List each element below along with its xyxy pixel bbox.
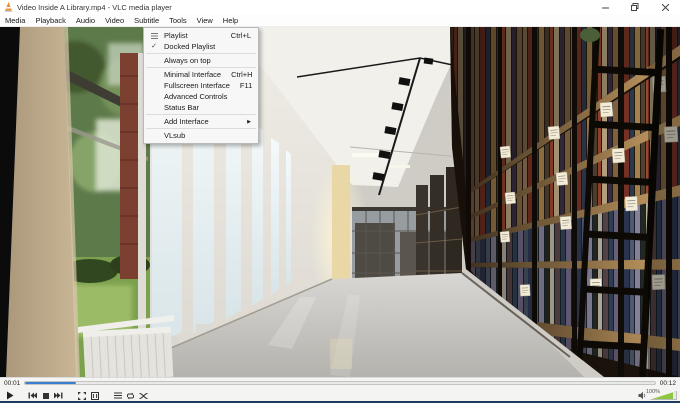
stop-button[interactable] bbox=[39, 389, 52, 402]
video-display[interactable]: Playlist Ctrl+L ✓ Docked Playlist Always… bbox=[0, 27, 680, 377]
minimize-button[interactable] bbox=[590, 0, 620, 14]
menu-playback[interactable]: Playback bbox=[30, 14, 70, 26]
seek-slider[interactable] bbox=[24, 381, 655, 385]
loop-icon bbox=[126, 392, 135, 400]
window-title: Video Inside A Library.mp4 - VLC media p… bbox=[17, 3, 172, 12]
extended-settings-button[interactable] bbox=[88, 389, 101, 402]
menu-audio[interactable]: Audio bbox=[71, 14, 100, 26]
menu-item-vlsub[interactable]: VLsub bbox=[144, 130, 258, 141]
menu-separator bbox=[146, 53, 256, 54]
fullscreen-icon bbox=[78, 392, 86, 400]
menu-item-minimal-interface[interactable]: Minimal Interface Ctrl+H bbox=[144, 69, 258, 80]
next-button[interactable] bbox=[52, 389, 65, 402]
close-icon bbox=[662, 4, 669, 11]
extended-settings-icon bbox=[91, 392, 99, 400]
fullscreen-button[interactable] bbox=[75, 389, 88, 402]
menu-item-always-on-top[interactable]: Always on top bbox=[144, 55, 258, 66]
menu-tools[interactable]: Tools bbox=[164, 14, 192, 26]
menu-item-advanced-controls[interactable]: Advanced Controls bbox=[144, 91, 258, 102]
menu-bar: Media Playback Audio Video Subtitle Tool… bbox=[0, 14, 680, 27]
loop-button[interactable] bbox=[124, 389, 137, 402]
playlist-icon bbox=[148, 30, 160, 41]
submenu-arrow-icon: ▶ bbox=[247, 119, 251, 125]
controls-toolbar: 100% bbox=[0, 388, 680, 403]
menu-item-status-bar[interactable]: Status Bar bbox=[144, 102, 258, 113]
play-icon bbox=[6, 391, 14, 400]
minimize-icon bbox=[602, 4, 609, 11]
next-icon bbox=[54, 392, 63, 399]
menu-help[interactable]: Help bbox=[218, 14, 243, 26]
previous-icon bbox=[28, 392, 37, 399]
menu-view[interactable]: View bbox=[192, 14, 218, 26]
seek-progress bbox=[25, 382, 75, 384]
total-time: 00:12 bbox=[660, 380, 676, 387]
menu-separator bbox=[146, 114, 256, 115]
menu-item-fullscreen-interface[interactable]: Fullscreen Interface F11 bbox=[144, 80, 258, 91]
menu-separator bbox=[146, 128, 256, 129]
view-menu-dropdown: Playlist Ctrl+L ✓ Docked Playlist Always… bbox=[143, 27, 259, 144]
seek-row: 00:01 00:12 bbox=[0, 377, 680, 388]
menu-video[interactable]: Video bbox=[100, 14, 129, 26]
menu-item-docked-playlist[interactable]: ✓ Docked Playlist bbox=[144, 41, 258, 52]
stop-icon bbox=[43, 393, 49, 399]
restore-icon bbox=[631, 3, 639, 11]
vlc-cone-icon bbox=[4, 2, 13, 12]
playlist-icon bbox=[114, 392, 122, 399]
volume-control[interactable]: 100% bbox=[638, 391, 677, 400]
menu-separator bbox=[146, 67, 256, 68]
check-icon: ✓ bbox=[148, 41, 160, 52]
menu-media[interactable]: Media bbox=[0, 14, 30, 26]
previous-button[interactable] bbox=[26, 389, 39, 402]
play-button[interactable] bbox=[3, 389, 16, 402]
playlist-toggle-button[interactable] bbox=[111, 389, 124, 402]
volume-percent-label: 100% bbox=[646, 389, 660, 395]
random-icon bbox=[139, 392, 148, 400]
vlc-window: Video Inside A Library.mp4 - VLC media p… bbox=[0, 0, 680, 403]
menu-item-add-interface[interactable]: Add Interface ▶ bbox=[144, 116, 258, 127]
elapsed-time: 00:01 bbox=[4, 380, 20, 387]
menu-item-playlist[interactable]: Playlist Ctrl+L bbox=[144, 30, 258, 41]
restore-button[interactable] bbox=[620, 0, 650, 14]
title-bar: Video Inside A Library.mp4 - VLC media p… bbox=[0, 0, 680, 14]
close-button[interactable] bbox=[650, 0, 680, 14]
random-button[interactable] bbox=[137, 389, 150, 402]
menu-subtitle[interactable]: Subtitle bbox=[129, 14, 164, 26]
video-frame-library-scene bbox=[0, 27, 680, 377]
